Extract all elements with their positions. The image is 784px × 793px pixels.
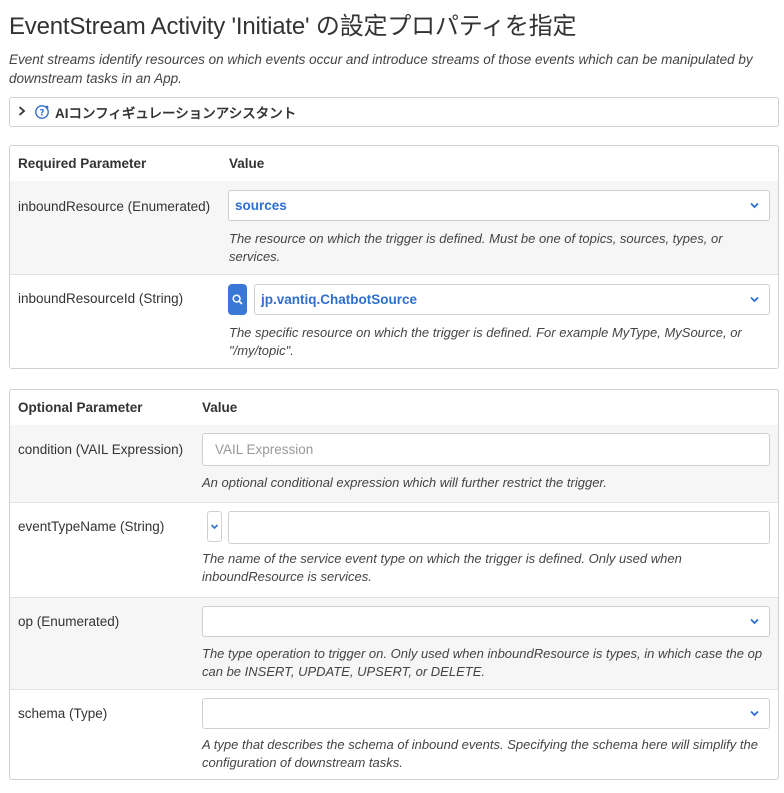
required-param-header: Required Parameter (18, 156, 147, 171)
condition-input[interactable] (202, 433, 770, 466)
ai-assistant-toggle[interactable]: ? AIコンフィギュレーションアシスタント (9, 97, 779, 127)
param-help: The type operation to trigger on. Only u… (202, 646, 763, 679)
param-row-op: op (Enumerated) The type operation to tr… (10, 597, 778, 689)
select-value: jp.vantiq.ChatbotSource (261, 292, 418, 307)
optional-value-header: Value (202, 400, 238, 415)
chevron-down-icon (210, 522, 219, 531)
search-icon (232, 294, 243, 305)
param-label: inboundResource (Enumerated) (18, 199, 211, 214)
eventTypeName-input[interactable] (228, 511, 770, 544)
param-row-condition: condition (VAIL Expression) An optional … (10, 425, 778, 502)
required-parameters-panel: Required Parameter Value inboundResource… (9, 145, 779, 369)
param-row-schema: schema (Type) A type that describes the … (10, 689, 778, 779)
search-button[interactable] (228, 284, 247, 315)
param-help: The resource on which the trigger is def… (229, 231, 723, 264)
page-description: Event streams identify resources on whic… (9, 52, 753, 86)
param-help: The name of the service event type on wh… (202, 551, 682, 584)
optional-parameters-panel: Optional Parameter Value condition (VAIL… (9, 389, 779, 780)
optional-param-header: Optional Parameter (18, 400, 143, 415)
param-label: inboundResourceId (String) (18, 291, 184, 306)
event-type-dropdown[interactable] (207, 511, 222, 542)
page-title: EventStream Activity 'Initiate' の設定プロパティ… (9, 13, 577, 40)
chevron-down-icon (749, 293, 760, 308)
param-label: eventTypeName (String) (18, 519, 165, 534)
svg-text:?: ? (40, 108, 45, 118)
param-label: schema (Type) (18, 706, 108, 721)
param-label: op (Enumerated) (18, 614, 120, 629)
param-help: A type that describes the schema of inbo… (202, 737, 758, 770)
param-row-inboundResourceId: inboundResourceId (String) jp.vantiq.Cha… (10, 274, 778, 368)
op-select[interactable] (202, 606, 770, 637)
schema-select[interactable] (202, 698, 770, 729)
optional-header-row: Optional Parameter Value (10, 390, 778, 425)
select-value: sources (235, 198, 287, 213)
ai-assistant-icon: ? (34, 104, 50, 120)
required-value-header: Value (229, 156, 265, 171)
param-label: condition (VAIL Expression) (18, 442, 184, 457)
chevron-right-icon (18, 105, 26, 119)
chevron-down-icon (749, 615, 760, 630)
param-row-eventTypeName: eventTypeName (String) The name of the s… (10, 502, 778, 597)
inboundResourceId-select[interactable]: jp.vantiq.ChatbotSource (254, 284, 770, 315)
chevron-down-icon (749, 707, 760, 722)
param-help: An optional conditional expression which… (202, 475, 607, 490)
chevron-down-icon (749, 199, 760, 214)
param-help: The specific resource on which the trigg… (229, 325, 742, 358)
ai-assistant-label: AIコンフィギュレーションアシスタント (55, 106, 297, 121)
required-header-row: Required Parameter Value (10, 146, 778, 181)
param-row-inboundResource: inboundResource (Enumerated) sources The… (10, 181, 778, 274)
inboundResource-select[interactable]: sources (228, 190, 770, 221)
